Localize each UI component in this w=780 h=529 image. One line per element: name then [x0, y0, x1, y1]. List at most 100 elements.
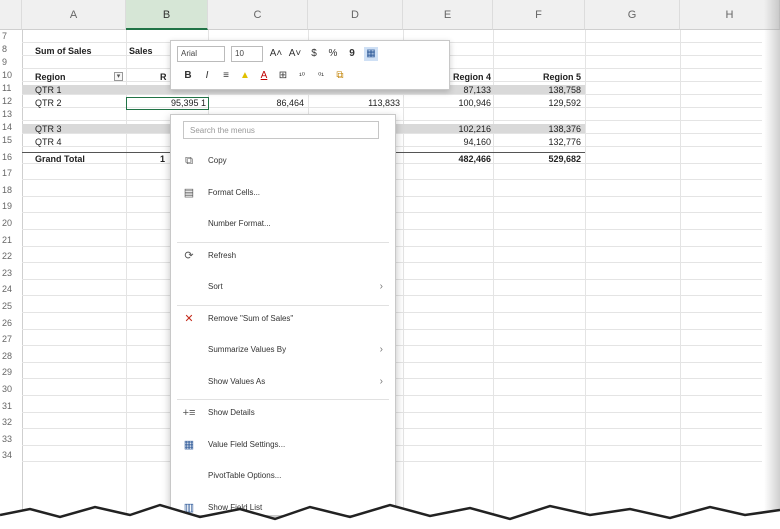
pivot-row-header[interactable]: Region [35, 72, 105, 82]
row-header-12[interactable]: 12 [0, 96, 22, 106]
row-header-14[interactable]: 14 [0, 122, 22, 132]
corner-cell[interactable] [0, 0, 22, 30]
menu-item-format-cells[interactable]: ▤ Format Cells... [171, 181, 395, 205]
menu-item-summarize-values-by[interactable]: Summarize Values By › [171, 338, 395, 362]
row-header-33[interactable]: 33 [0, 434, 22, 444]
pivot-value[interactable]: 129,592 [493, 98, 581, 108]
grand-total-value[interactable]: 529,682 [493, 154, 581, 164]
row-header-18[interactable]: 18 [0, 185, 22, 195]
pivot-value[interactable]: 113,833 [308, 98, 400, 108]
copy-icon: ⧉ [185, 155, 193, 167]
menu-item-label: PivotTable Options... [208, 471, 282, 480]
clear-format-icon[interactable]: ⧉ [333, 69, 347, 83]
menu-item-label: Summarize Values By [208, 345, 287, 354]
italic-icon[interactable]: I [200, 69, 214, 83]
row-header-28[interactable]: 28 [0, 351, 22, 361]
font-size-box[interactable]: 10 [231, 46, 263, 62]
menu-item-show-details[interactable]: +≡ Show Details [171, 401, 395, 425]
font-name-box[interactable]: Arial [177, 46, 225, 62]
row-header-16[interactable]: 16 [0, 152, 22, 162]
column-header-d[interactable]: D [308, 0, 403, 30]
row-header-9[interactable]: 9 [0, 57, 22, 67]
format-table-icon[interactable]: ▦ [364, 47, 378, 61]
pivot-value[interactable]: 138,376 [493, 124, 581, 134]
row-header-8[interactable]: 8 [0, 44, 22, 54]
borders-icon[interactable]: ⊞ [276, 69, 290, 83]
pivot-value[interactable]: 86,464 [208, 98, 304, 108]
torn-edge-decoration [0, 503, 780, 529]
chevron-right-icon: › [379, 375, 383, 387]
menu-item-show-values-as[interactable]: Show Values As › [171, 370, 395, 394]
menu-item-remove-sum-of-sales[interactable]: ✕ Remove "Sum of Sales" [171, 307, 395, 331]
row-header-21[interactable]: 21 [0, 235, 22, 245]
percent-format-icon[interactable]: % [326, 47, 340, 61]
pivot-value[interactable]: 132,776 [493, 137, 581, 147]
menu-item-copy[interactable]: ⧉ Copy [171, 149, 395, 173]
menu-item-label: Remove "Sum of Sales" [208, 313, 294, 323]
pivot-title-cell[interactable]: Sum of Sales [35, 46, 125, 56]
row-header-34[interactable]: 34 [0, 450, 22, 460]
row-header-20[interactable]: 20 [0, 218, 22, 228]
torn-edge-shadow [764, 0, 780, 529]
bold-icon[interactable]: B [181, 69, 195, 83]
row-header-32[interactable]: 32 [0, 417, 22, 427]
menu-item-number-format[interactable]: Number Format... [171, 212, 395, 236]
row-header-25[interactable]: 25 [0, 301, 22, 311]
row-header-24[interactable]: 24 [0, 284, 22, 294]
pivot-row-label[interactable]: QTR 1 [35, 85, 105, 95]
row-header-19[interactable]: 19 [0, 201, 22, 211]
column-header-e[interactable]: E [403, 0, 493, 30]
currency-format-icon[interactable]: $ [307, 47, 321, 61]
pivot-value[interactable]: 102,216 [403, 124, 491, 134]
decrease-decimal-icon[interactable]: ⁰¹ [314, 69, 328, 83]
increase-decimal-icon[interactable]: ¹⁰ [295, 69, 309, 83]
row-header-17[interactable]: 17 [0, 168, 22, 178]
grand-total-label[interactable]: Grand Total [35, 154, 115, 164]
row-header-7[interactable]: 7 [0, 31, 22, 41]
active-cell-outline [126, 97, 209, 110]
row-header-11[interactable]: 11 [0, 83, 22, 93]
row-header-13[interactable]: 13 [0, 109, 22, 119]
pivot-value[interactable]: 138,758 [493, 85, 581, 95]
remove-icon: ✕ [184, 312, 194, 325]
row-header-31[interactable]: 31 [0, 401, 22, 411]
pivot-col-header-f[interactable]: Region 5 [493, 72, 581, 82]
increase-font-size-icon[interactable]: A˄ [269, 47, 283, 61]
font-color-icon[interactable]: A [257, 69, 271, 83]
menu-item-refresh[interactable]: ⟳ Refresh [171, 244, 395, 268]
row-header-27[interactable]: 27 [0, 334, 22, 344]
column-header-b[interactable]: B [126, 0, 208, 30]
pivot-title-cell-b[interactable]: Sales [129, 46, 169, 56]
row-header-30[interactable]: 30 [0, 384, 22, 394]
decrease-font-size-icon[interactable]: A˅ [288, 47, 302, 61]
column-header-c[interactable]: C [208, 0, 308, 30]
row-header-26[interactable]: 26 [0, 318, 22, 328]
filter-dropdown-icon[interactable]: ▾ [114, 72, 123, 81]
menu-item-pivottable-options[interactable]: PivotTable Options... [171, 464, 395, 488]
grand-total-value[interactable]: 482,466 [403, 154, 491, 164]
row-header-23[interactable]: 23 [0, 268, 22, 278]
fill-color-icon[interactable]: ▲ [238, 69, 252, 83]
pivot-value[interactable]: 94,160 [403, 137, 491, 147]
menu-search-input[interactable]: Search the menus [183, 121, 379, 139]
comma-style-icon[interactable]: 9 [345, 47, 359, 61]
row-header-29[interactable]: 29 [0, 367, 22, 377]
column-header-g[interactable]: G [585, 0, 680, 30]
align-center-icon[interactable]: ≡ [219, 69, 233, 83]
menu-item-value-field-settings[interactable]: ▦ Value Field Settings... [171, 433, 395, 457]
context-menu: Search the menus ⧉ Copy ▤ Format Cells... Nu… [170, 114, 396, 516]
pivot-row-label[interactable]: QTR 2 [35, 98, 105, 108]
menu-separator [177, 304, 389, 306]
row-header-22[interactable]: 22 [0, 251, 22, 261]
column-header-a[interactable]: A [22, 0, 126, 30]
pivot-value[interactable]: 100,946 [403, 98, 491, 108]
row-header-15[interactable]: 15 [0, 135, 22, 145]
menu-item-label: Refresh [208, 250, 237, 260]
pivot-row-label[interactable]: QTR 3 [35, 124, 105, 134]
column-header-f[interactable]: F [493, 0, 585, 30]
menu-item-sort[interactable]: Sort › [171, 275, 395, 299]
row-header-10[interactable]: 10 [0, 70, 22, 80]
pivot-row-label[interactable]: QTR 4 [35, 137, 105, 147]
value-field-settings-icon: ▦ [183, 438, 195, 451]
chevron-right-icon: › [379, 281, 383, 292]
